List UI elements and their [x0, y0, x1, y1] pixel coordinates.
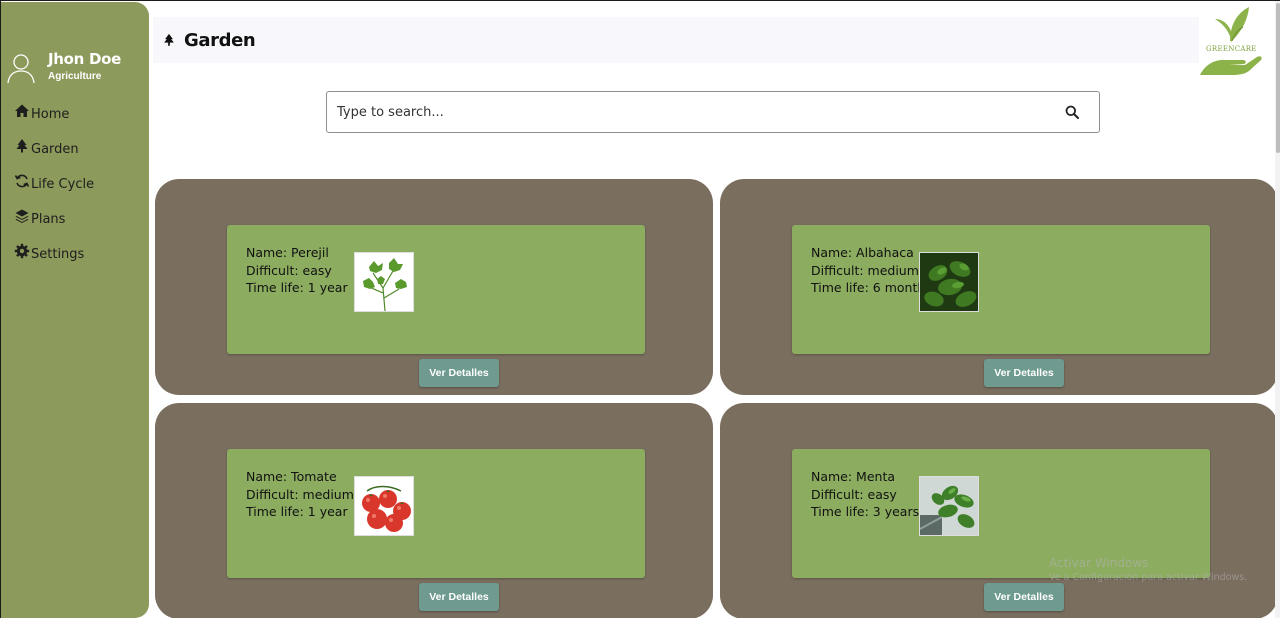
- tree-icon: [16, 139, 28, 153]
- plant-details: Name: Tomate Difficult: medium Time life…: [246, 468, 354, 521]
- plant-life: Time life: 3 years: [811, 504, 920, 520]
- greencare-logo: GREENCARE: [1199, 3, 1265, 77]
- user-role: Agriculture: [48, 71, 102, 82]
- user-profile[interactable]: Jhon Doe Agriculture: [7, 48, 147, 88]
- plant-details: Name: Albahaca Difficult: medium Time li…: [811, 244, 932, 297]
- sidebar-item-settings[interactable]: Settings: [14, 242, 84, 262]
- plant-life: Time life: 1 year: [246, 280, 348, 296]
- search-icon[interactable]: [1065, 105, 1079, 119]
- plant-details: Name: Menta Difficult: easy Time life: 3…: [811, 468, 919, 521]
- tree-icon: [164, 33, 174, 46]
- plant-card: Name: Perejil Difficult: easy Time life:…: [155, 179, 713, 395]
- user-name: Jhon Doe: [48, 50, 121, 68]
- home-icon: [15, 104, 29, 117]
- vertical-scrollbar[interactable]: [1275, 1, 1280, 618]
- plant-name: Name: Albahaca: [811, 245, 914, 260]
- plant-details: Name: Perejil Difficult: easy Time life:…: [246, 244, 348, 297]
- scrollbar-thumb[interactable]: [1276, 3, 1280, 153]
- plant-info-panel: Name: Albahaca Difficult: medium Time li…: [792, 225, 1210, 354]
- plant-name: Name: Perejil: [246, 245, 329, 260]
- parsley-image: [354, 252, 414, 312]
- plant-difficulty: Difficult: medium: [811, 262, 919, 278]
- plant-card: Name: Albahaca Difficult: medium Time li…: [720, 179, 1278, 395]
- plant-life: Time life: 6 months: [811, 280, 932, 296]
- logo-text: GREENCARE: [1206, 45, 1257, 53]
- activation-watermark-subtitle: Ve a Configuración para activar Windows.: [1049, 572, 1248, 583]
- view-details-button[interactable]: Ver Detalles: [419, 359, 499, 387]
- tomato-image: [354, 476, 414, 536]
- page-title: Garden: [184, 30, 256, 51]
- sidebar-item-home[interactable]: Home: [14, 102, 69, 122]
- user-avatar-icon: [7, 54, 35, 84]
- plant-life: Time life: 1 year: [246, 504, 348, 520]
- search-box[interactable]: [326, 91, 1100, 133]
- sidebar-item-plans[interactable]: Plans: [14, 207, 65, 227]
- page-header: Garden: [153, 17, 1199, 63]
- view-details-button[interactable]: Ver Detalles: [419, 583, 499, 611]
- sidebar-item-label: Life Cycle: [31, 177, 95, 192]
- activation-watermark-title: Activar Windows: [1049, 556, 1149, 570]
- mint-image: [919, 476, 979, 536]
- leaf-hand-icon: [1200, 7, 1262, 75]
- view-details-button[interactable]: Ver Detalles: [984, 583, 1064, 611]
- plant-difficulty: Difficult: easy: [811, 486, 897, 502]
- sidebar-item-life-cycle[interactable]: Life Cycle: [14, 172, 94, 192]
- search-input[interactable]: [337, 102, 1037, 122]
- plant-difficulty: Difficult: medium: [246, 486, 354, 502]
- app-window: Jhon Doe Agriculture Home Garden Life Cy…: [0, 0, 1280, 618]
- gear-icon: [14, 243, 30, 259]
- cycle-icon: [14, 174, 30, 188]
- layers-icon: [15, 209, 29, 223]
- sidebar-item-label: Plans: [31, 212, 66, 227]
- plant-difficulty: Difficult: easy: [246, 262, 332, 278]
- plant-card: Name: Menta Difficult: easy Time life: 3…: [720, 403, 1278, 618]
- plant-name: Name: Tomate: [246, 469, 337, 484]
- basil-image: [919, 252, 979, 312]
- plant-name: Name: Menta: [811, 469, 896, 484]
- plant-card: Name: Tomate Difficult: medium Time life…: [155, 403, 713, 618]
- plant-info-panel: Name: Tomate Difficult: medium Time life…: [227, 449, 645, 578]
- sidebar-item-label: Garden: [31, 142, 79, 157]
- plant-info-panel: Name: Perejil Difficult: easy Time life:…: [227, 225, 645, 354]
- sidebar-item-garden[interactable]: Garden: [14, 137, 79, 157]
- view-details-button[interactable]: Ver Detalles: [984, 359, 1064, 387]
- sidebar-item-label: Settings: [31, 247, 85, 262]
- sidebar: Jhon Doe Agriculture Home Garden Life Cy…: [1, 2, 149, 618]
- sidebar-item-label: Home: [31, 107, 70, 122]
